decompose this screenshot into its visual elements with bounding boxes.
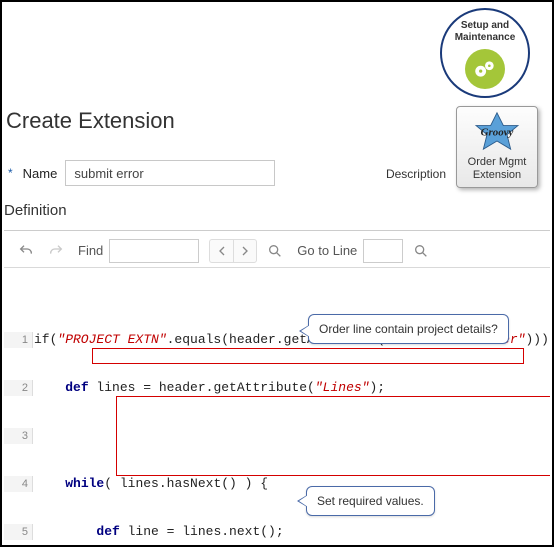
editor-toolbar: Find Go to Line (4, 234, 550, 268)
definition-divider (4, 230, 550, 231)
page-title: Create Extension (6, 108, 175, 134)
setup-badge-label: Setup andMaintenance (455, 20, 516, 43)
description-label: Description (386, 167, 446, 181)
gears-icon (465, 49, 505, 89)
find-label: Find (78, 243, 103, 258)
code-line (4, 428, 550, 444)
redo-button[interactable] (44, 239, 68, 263)
callout-project-details: Order line contain project details? (308, 314, 509, 344)
definition-heading: Definition (4, 202, 67, 219)
required-asterisk: * (8, 166, 13, 180)
find-prev-button[interactable] (209, 239, 233, 263)
setup-maintenance-badge[interactable]: Setup andMaintenance (440, 8, 530, 98)
find-input[interactable] (109, 239, 199, 263)
code-line: def lines = header.getAttribute("Lines")… (4, 380, 550, 396)
order-mgmt-extension-badge[interactable]: Groovy Order MgmtExtension (456, 106, 538, 188)
groovy-badge-caption: Order MgmtExtension (459, 156, 535, 181)
goto-line-input[interactable] (363, 239, 403, 263)
find-next-button[interactable] (233, 239, 257, 263)
goto-label: Go to Line (297, 243, 357, 258)
undo-button[interactable] (14, 239, 38, 263)
name-input[interactable] (65, 160, 275, 186)
code-line: def line = lines.next(); (4, 524, 550, 540)
search-icon[interactable] (263, 239, 287, 263)
name-label: Name (23, 166, 58, 181)
goto-search-icon[interactable] (409, 239, 433, 263)
callout-required-values: Set required values. (306, 486, 435, 516)
code-line: while( lines.hasNext() ) { (4, 476, 550, 492)
svg-text:Groovy: Groovy (481, 127, 514, 139)
code-editor[interactable]: if("PROJECT EXTN".equals(header.getAttri… (4, 268, 550, 543)
groovy-star-icon: Groovy (464, 111, 530, 151)
